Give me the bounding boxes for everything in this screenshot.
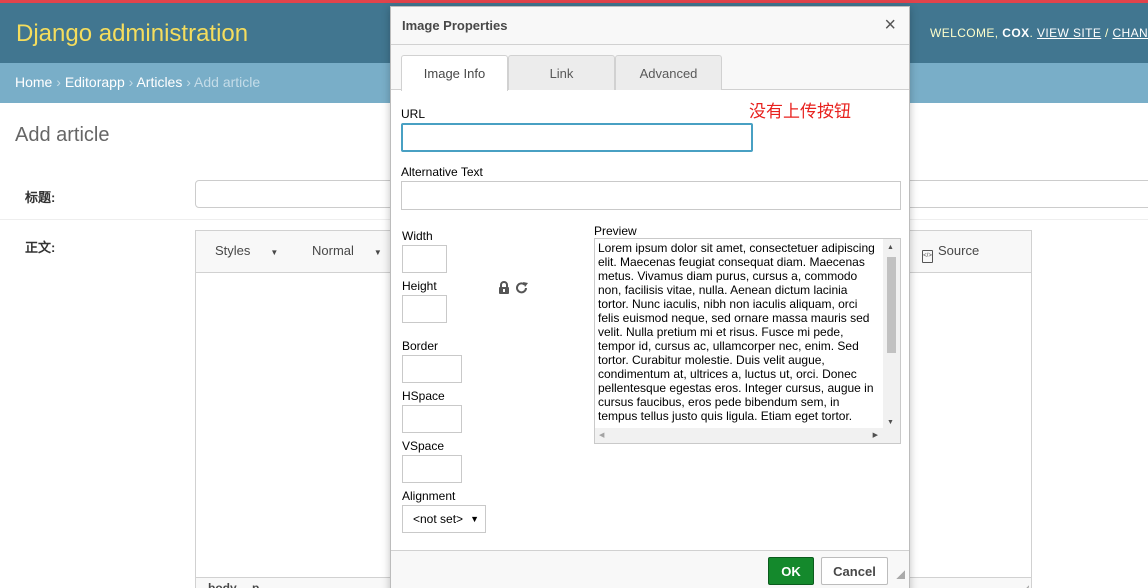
breadcrumb-separator: › bbox=[186, 74, 191, 90]
scroll-left-icon[interactable]: ◀ bbox=[599, 431, 604, 439]
chevron-down-icon: ▼ bbox=[470, 514, 479, 524]
scroll-right-icon[interactable]: ▶ bbox=[873, 431, 878, 439]
dialog-resize-grip-icon[interactable] bbox=[895, 569, 905, 579]
ok-button[interactable]: OK bbox=[768, 557, 814, 585]
alignment-select[interactable]: <not set> ▼ bbox=[402, 505, 486, 533]
alignment-label: Alignment bbox=[402, 489, 456, 503]
scrollbar-thumb[interactable] bbox=[887, 257, 896, 353]
dialog-title-bar[interactable]: Image Properties × bbox=[391, 7, 909, 45]
preview-pane[interactable]: Lorem ipsum dolor sit amet, consectetuer… bbox=[594, 238, 901, 444]
source-icon: </> bbox=[922, 250, 933, 263]
border-input[interactable] bbox=[402, 355, 462, 383]
user-tools-separator: / bbox=[1104, 26, 1109, 40]
title-field-label: 标题: bbox=[25, 190, 56, 205]
user-tools: WELCOME, COX. VIEW SITE / CHANGE bbox=[930, 26, 1148, 40]
view-site-link[interactable]: VIEW SITE bbox=[1037, 26, 1101, 40]
tab-advanced[interactable]: Advanced bbox=[615, 55, 722, 90]
breadcrumb-separator: › bbox=[128, 74, 134, 90]
width-label: Width bbox=[402, 229, 433, 243]
path-item-p[interactable]: p bbox=[252, 581, 259, 588]
dialog-tabs: Image Info Link Advanced bbox=[391, 45, 909, 91]
tab-image-info[interactable]: Image Info bbox=[401, 55, 508, 91]
path-item-body[interactable]: body bbox=[208, 581, 237, 588]
url-label: URL bbox=[401, 107, 426, 121]
preview-label: Preview bbox=[594, 224, 637, 238]
vspace-input[interactable] bbox=[402, 455, 462, 483]
dialog-footer: OK Cancel bbox=[391, 550, 909, 588]
alt-text-input[interactable] bbox=[401, 181, 901, 210]
breadcrumb-current: Add article bbox=[194, 74, 261, 90]
annotation-note: 没有上传按钮 bbox=[749, 102, 851, 122]
cancel-button[interactable]: Cancel bbox=[821, 557, 888, 585]
source-button[interactable]: </> Source bbox=[922, 243, 979, 263]
dialog-title: Image Properties bbox=[402, 18, 508, 33]
username: COX bbox=[1002, 26, 1030, 40]
height-input[interactable] bbox=[402, 295, 447, 323]
alignment-select-value: <not set> bbox=[413, 512, 464, 526]
breadcrumb-editorapp[interactable]: Editorapp bbox=[65, 74, 125, 90]
breadcrumb-articles[interactable]: Articles bbox=[136, 74, 182, 90]
hspace-input[interactable] bbox=[402, 405, 462, 433]
url-input[interactable] bbox=[401, 123, 753, 152]
styles-combo-label: Styles bbox=[215, 243, 251, 258]
page-title: Add article bbox=[15, 124, 110, 146]
reset-size-icon[interactable] bbox=[515, 281, 529, 295]
image-properties-dialog: Image Properties × Image Info Link Advan… bbox=[390, 6, 910, 588]
change-password-link[interactable]: CHANGE bbox=[1112, 26, 1148, 40]
scroll-up-icon[interactable]: ▲ bbox=[887, 244, 894, 251]
vertical-scrollbar[interactable]: ▲ ▼ bbox=[883, 239, 900, 428]
border-label: Border bbox=[402, 339, 439, 353]
vspace-label: VSpace bbox=[402, 439, 445, 453]
height-label: Height bbox=[402, 279, 437, 293]
hspace-label: HSpace bbox=[402, 389, 445, 403]
width-input[interactable] bbox=[402, 245, 447, 273]
welcome-text: WELCOME, bbox=[930, 26, 999, 40]
horizontal-scrollbar[interactable]: ◀ ▶ bbox=[595, 428, 900, 443]
source-button-label: Source bbox=[938, 243, 980, 258]
scroll-down-icon[interactable]: ▼ bbox=[887, 419, 894, 426]
body-field-label: 正文: bbox=[25, 240, 56, 255]
format-combo[interactable]: Normal ▼ bbox=[312, 243, 382, 258]
alt-text-label: Alternative Text bbox=[401, 165, 483, 179]
styles-combo[interactable]: Styles ▼ bbox=[215, 243, 278, 258]
chevron-down-icon: ▼ bbox=[373, 248, 382, 257]
preview-text: Lorem ipsum dolor sit amet, consectetuer… bbox=[598, 241, 875, 423]
lock-ratio-icon[interactable] bbox=[497, 281, 511, 295]
site-branding[interactable]: Django administration bbox=[16, 20, 248, 48]
tab-link[interactable]: Link bbox=[508, 55, 615, 90]
format-combo-label: Normal bbox=[312, 243, 354, 258]
breadcrumb-home[interactable]: Home bbox=[15, 74, 52, 90]
breadcrumb-separator: › bbox=[56, 74, 61, 90]
chevron-down-icon: ▼ bbox=[270, 248, 279, 257]
close-icon[interactable]: × bbox=[884, 15, 896, 35]
